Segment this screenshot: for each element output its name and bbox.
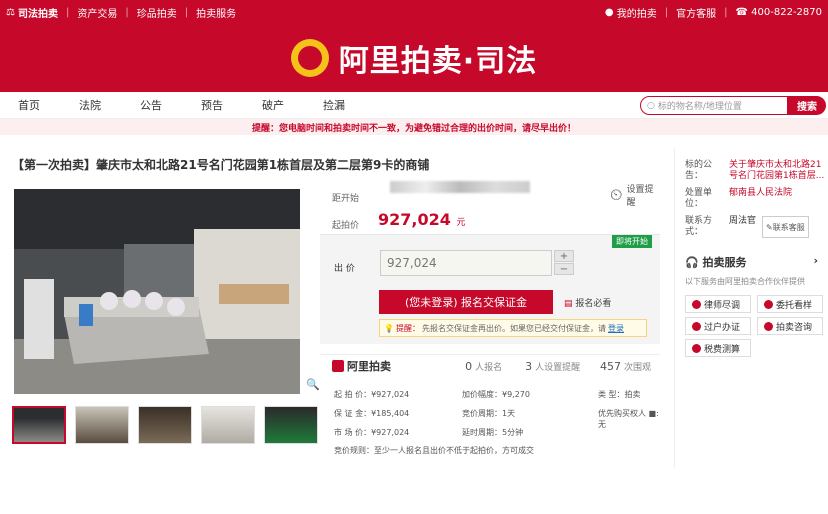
transfer-icon xyxy=(692,321,701,331)
consult-icon xyxy=(764,321,773,331)
chevron-right-icon: › xyxy=(813,254,818,267)
unit-label: 处置单位： xyxy=(685,188,713,209)
service-viewing[interactable]: 委托看样 xyxy=(757,295,823,313)
official-service-link[interactable]: 官方客服 xyxy=(676,5,716,20)
nav-preview[interactable]: 预告 xyxy=(201,97,262,113)
service-tax[interactable]: 税费测算 xyxy=(685,339,751,357)
detail-increment: 加价幅度：¥9,270 xyxy=(462,390,530,399)
my-auction-link[interactable]: 我的拍卖 xyxy=(617,5,657,20)
search-icon: ○ xyxy=(647,100,655,111)
top-bar: ⚖ 司法拍卖 | 资产交易 | 珍品拍卖 | 拍卖服务 ● 我的拍卖 | 官方客服 | ☎… xyxy=(0,0,828,24)
thumbnail-4[interactable] xyxy=(201,406,255,444)
viewing-icon xyxy=(764,299,773,309)
main-photo[interactable] xyxy=(14,189,300,394)
nav-notice[interactable]: 公告 xyxy=(140,97,201,113)
court-emblem-icon xyxy=(290,39,329,77)
court-link[interactable]: 郁南县人民法院 xyxy=(729,188,792,210)
info-icon: ■ xyxy=(648,409,657,418)
login-link[interactable]: 登录 xyxy=(608,323,624,334)
link-asset[interactable]: 资产交易 xyxy=(77,5,117,20)
start-price: 927,024 元 xyxy=(378,210,466,229)
thumbnail-5[interactable] xyxy=(264,406,318,444)
bid-input[interactable]: 927,024 xyxy=(380,250,552,276)
service-header[interactable]: 🎧 拍卖服务 › xyxy=(685,254,828,270)
notice-link[interactable]: 关于肇庆市太和北路21号名门花园第1栋首层... xyxy=(729,160,828,182)
nav-bankrupt[interactable]: 破产 xyxy=(262,97,323,113)
service-lawyer[interactable]: 律师尽调 xyxy=(685,295,751,313)
must-read-link[interactable]: ▤ 报名必看 xyxy=(564,296,611,309)
sifa-logo[interactable]: ⚖ 司法拍卖 xyxy=(6,5,58,20)
clock-icon: ⏲ xyxy=(610,185,623,204)
remind-count: 3 人设置提醒 xyxy=(525,359,581,373)
notice-label: 标的公告： xyxy=(685,160,713,181)
headset-icon: 🎧 xyxy=(685,256,699,269)
ali-auction-logo: 阿里拍卖 xyxy=(332,358,465,374)
user-icon: ● xyxy=(604,6,614,18)
item-main: 【第一次拍卖】肇庆市太和北路21号名门花园第1栋首层及第二层第9卡的商铺 🔍 距… xyxy=(0,148,828,468)
set-remind[interactable]: ⏲ 设置提醒 xyxy=(610,180,662,210)
service-consult[interactable]: 拍卖咨询 xyxy=(757,317,823,335)
view-count: 457 次围观 xyxy=(600,359,652,373)
contact-name: 周法官 xyxy=(729,216,757,226)
thumbnail-3[interactable] xyxy=(138,406,192,444)
phone-icon: ☎ xyxy=(735,6,748,18)
search-input[interactable]: ○ 标的物名称/地理位置 xyxy=(640,96,788,115)
detail-period: 竞价周期：1天 xyxy=(462,409,516,418)
thumbnail-2[interactable] xyxy=(75,406,129,444)
item-title: 【第一次拍卖】肇庆市太和北路21号名门花园第1栋首层及第二层第9卡的商铺 xyxy=(12,158,430,172)
detail-market-price: 市 场 价：¥927,024 xyxy=(334,428,410,437)
apply-deposit-button[interactable]: (您未登录) 报名交保证金 xyxy=(379,290,553,314)
detail-rule: 竞价规则：至少一人报名且出价不低于起拍价，方可成交 xyxy=(334,446,534,455)
money-icon: ▤ xyxy=(564,299,573,309)
increase-button[interactable]: + xyxy=(554,250,574,262)
countdown-blurred xyxy=(390,181,530,193)
link-treasure[interactable]: 珍品拍卖 xyxy=(137,5,177,20)
detail-priority: 优先购买权人 ■:无 xyxy=(598,409,659,429)
detail-deposit: 保 证 金：¥185,404 xyxy=(334,409,410,418)
bid-box: 即将开始 出 价 927,024 + − (您未登录) 报名交保证金 ▤ 报名必… xyxy=(320,234,660,344)
stats-panel: 阿里拍卖 0 人报名 3 人设置提醒 457 次围观 起 拍 价：¥927,024 加… xyxy=(320,354,660,514)
nav-bargain[interactable]: 捡漏 xyxy=(323,97,384,113)
detail-type: 类 型：拍卖 xyxy=(598,390,641,399)
contact-label: 联系方式： xyxy=(685,216,713,237)
brand-title[interactable]: 阿里拍卖·司法 xyxy=(339,36,537,80)
lawyer-icon xyxy=(692,299,701,309)
ali-icon xyxy=(332,360,344,372)
phone-number: 400-822-2870 xyxy=(751,6,822,18)
sidebar: 标的公告： 关于肇庆市太和北路21号名门花园第1栋首层... 处置单位： 郁南县人民… xyxy=(674,148,828,468)
detail-delay: 延时周期：5分钟 xyxy=(462,428,524,437)
start-price-label: 起拍价 xyxy=(332,221,360,231)
thumbnail-1[interactable] xyxy=(12,406,66,444)
search-button[interactable]: 搜索 xyxy=(788,96,826,115)
link-service[interactable]: 拍卖服务 xyxy=(196,5,236,20)
contact-service-button[interactable]: ✎ 联系客服 xyxy=(762,216,809,238)
service-desc: 以下服务由阿里拍卖合作伙伴提供 xyxy=(685,277,805,286)
zoom-icon[interactable]: 🔍 xyxy=(306,378,320,391)
decrease-button[interactable]: − xyxy=(554,263,574,275)
bulb-icon: 💡 xyxy=(384,323,394,333)
main-nav: 首页 法院 公告 预告 破产 捡漏 ○ 标的物名称/地理位置 搜索 xyxy=(0,92,828,119)
service-transfer[interactable]: 过户办证 xyxy=(685,317,751,335)
search-bar: ○ 标的物名称/地理位置 搜索 xyxy=(640,96,826,115)
tax-icon xyxy=(692,343,701,353)
time-notice: 提醒：您电脑时间和拍卖时间不一致，为避免错过合理的出价时间，请尽早出价！ xyxy=(0,119,828,135)
nav-court[interactable]: 法院 xyxy=(79,97,140,113)
thumbnail-strip xyxy=(12,406,318,444)
bid-label: 出 价 xyxy=(334,264,355,274)
nav-home[interactable]: 首页 xyxy=(18,97,79,113)
header: 阿里拍卖·司法 xyxy=(0,24,828,92)
detail-start-price: 起 拍 价：¥927,024 xyxy=(334,390,410,399)
signup-count: 0 人报名 xyxy=(465,359,503,373)
start-countdown-label: 距开始 xyxy=(332,194,360,204)
status-badge: 即将开始 xyxy=(612,235,652,248)
chat-icon: ✎ xyxy=(766,222,773,232)
login-tip: 💡 提醒： 先报名交保证金再出价。如果您已经交付保证金，请 登录 xyxy=(379,319,647,337)
